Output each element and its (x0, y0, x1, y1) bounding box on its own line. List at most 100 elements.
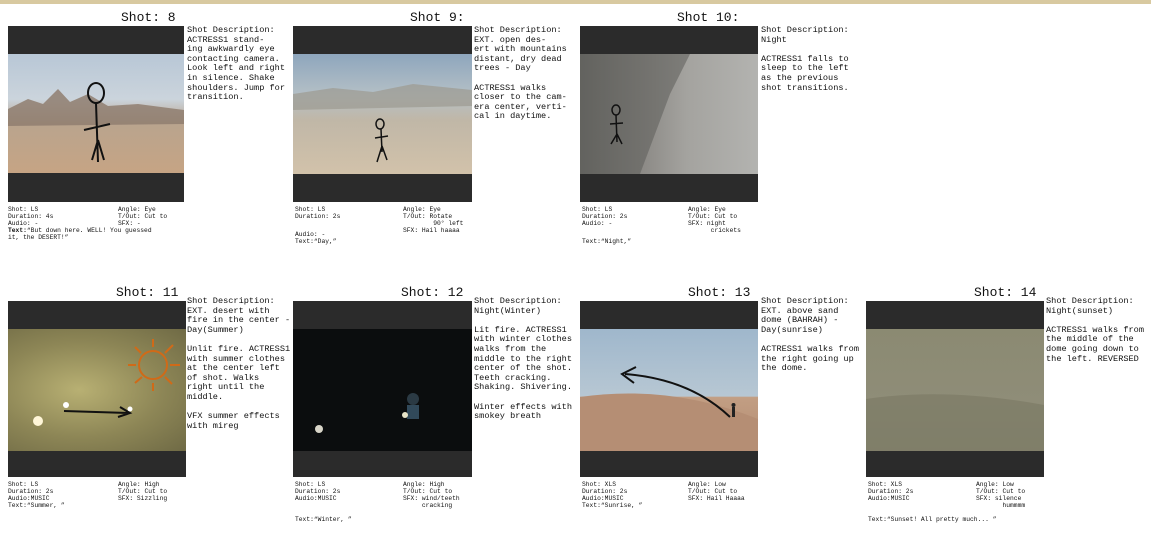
actress-by-fire (315, 393, 419, 433)
shot-frame (8, 26, 184, 202)
shot-text: Text:“Sunset! All pretty much... ” (868, 516, 996, 523)
shot-type: Shot: LS (8, 481, 39, 488)
letterbox-bottom (293, 451, 472, 477)
shot-audio: Audio:MUSIC (295, 495, 337, 502)
shot-sfx: SFX: wind/teeth cracking (403, 495, 460, 509)
shot-transition: T/Out: Cut to (688, 213, 738, 220)
shot-type: Shot: LS (8, 206, 39, 213)
shot-duration: Duration: 2s (295, 213, 341, 220)
shot-frame (293, 26, 472, 202)
shot-sfx: SFX: Hail haaaa (403, 227, 460, 234)
shot-text: Text:“Winter, ” (295, 516, 352, 523)
shot-audio: Audio:MUSIC (868, 495, 910, 502)
shot-duration: Duration: 2s (868, 488, 914, 495)
shot-text-value: Text:“Day,” (295, 238, 337, 245)
shot-transition: T/Out: Cut to (118, 213, 168, 220)
shot-transition: T/Out: Cut to (403, 488, 453, 495)
shot-type: Shot: XLS (868, 481, 903, 488)
top-border (0, 0, 1151, 4)
shot-sfx: SFX: - (118, 220, 141, 227)
shot-duration: Duration: 4s (8, 213, 54, 220)
shot-description: Shot Description: Night(Winter) Lit fire… (474, 296, 572, 422)
shot-sfx: SFX: Sizzling (118, 495, 168, 502)
frame-image-winter-night (293, 329, 472, 451)
shot-frame (8, 301, 186, 477)
letterbox-bottom (293, 174, 472, 202)
shot-title: Shot 9: (410, 10, 465, 25)
shot-audio: Audio: - (8, 220, 39, 227)
shot-duration: Duration: 2s (8, 488, 54, 495)
shot-angle: Angle: Eye (688, 206, 726, 213)
shot-angle: Angle: Eye (118, 206, 156, 213)
letterbox-bottom (8, 451, 186, 477)
shot-meta: Shot: LS Duration: 2s Audio:MUSIC Angle:… (8, 481, 288, 521)
shot-title: Shot: 12 (401, 285, 464, 300)
shot-meta: Shot: LS Duration: 2s Audio: - Angle: Ey… (582, 206, 862, 256)
shot-sfx: SFX: silence hummmm (976, 495, 1026, 509)
shot-text-value: Text:“Winter, ” (295, 516, 352, 523)
frame-image-night-rock (580, 54, 758, 174)
shot-transition: T/Out: Cut to (688, 488, 738, 495)
shot-transition: T/Out: Rotate 90° left (403, 213, 464, 227)
shot-angle: Angle: Eye (403, 206, 441, 213)
shot-description: Shot Description: Night ACTRESS1 falls t… (761, 25, 849, 93)
shot-type: Shot: LS (582, 206, 613, 213)
shot-description: Shot Description: ACTRESS1 stand- ing aw… (187, 25, 285, 103)
letterbox-top (8, 26, 184, 54)
letterbox-top (293, 301, 472, 329)
shot-text-value: “But down here. WELL! You guessed it, th… (8, 227, 152, 241)
shot-audio: Audio:MUSIC (8, 495, 50, 502)
shot-text: Text:“Summer, ” (8, 502, 65, 509)
shot-title: Shot 10: (677, 10, 740, 25)
letterbox-bottom (8, 173, 184, 202)
shot-type: Shot: LS (295, 481, 326, 488)
shot-title: Shot: 13 (688, 285, 751, 300)
shot-meta: Shot: LS Duration: 2s Audio: - Angle: Ey… (295, 206, 575, 256)
shot-text-value: Text:“Summer, ” (8, 502, 65, 509)
shot-duration: Duration: 2s (295, 488, 341, 495)
shot-meta: Shot: XLS Duration: 2s Audio:MUSIC Angle… (582, 481, 862, 521)
dome-arrow-sketch (580, 366, 758, 451)
shot-duration: Duration: 2s (582, 213, 628, 220)
shot-type: Shot: LS (295, 206, 326, 213)
letterbox-top (580, 301, 758, 329)
shot-audio: Audio: - (295, 231, 326, 238)
shot-angle: Angle: Low (688, 481, 726, 488)
shot-description: Shot Description: EXT. desert with fire … (187, 296, 291, 431)
shot-sfx: SFX: Hail Haaaa (688, 495, 745, 502)
shot-text: Text:“But down here. WELL! You guessed i… (8, 227, 158, 241)
stick-figure-sketch (580, 54, 690, 174)
shot-frame (866, 301, 1044, 477)
shot-text-value: Text:“Sunrise, ” (582, 502, 643, 509)
shot-angle: Angle: High (118, 481, 160, 488)
letterbox-bottom (866, 451, 1044, 477)
shot-description: Shot Description: Night(sunset) ACTRESS1… (1046, 296, 1144, 364)
letterbox-bottom (580, 451, 758, 477)
shot-text: Text:“Sunrise, ” (582, 502, 642, 509)
shot-text-value: Text:“Night,” (582, 238, 632, 245)
frame-image-sand-dome (580, 329, 758, 451)
stick-figure-sketch (293, 84, 472, 163)
frame-image-desert-mountains (8, 54, 184, 173)
shot-text: Text:“Day,” (295, 238, 337, 245)
shot-meta: Shot: LS Duration: 2s Audio:MUSIC Angle:… (295, 481, 575, 525)
frame-image-summer-fire (8, 329, 186, 451)
letterbox-bottom (580, 174, 758, 202)
shot-description: Shot Description: EXT. above sand dome (… (761, 296, 859, 374)
shot-frame (580, 26, 758, 202)
shot-meta: Shot: LS Duration: 4s Audio: - Angle: Ey… (8, 206, 288, 256)
shot-title: Shot: 11 (116, 285, 179, 300)
shot-text-value: Text:“Sunset! All pretty much... ” (868, 516, 997, 523)
shot-frame (580, 301, 758, 477)
frame-image-sunset-dome (866, 329, 1044, 451)
sun-and-arrow-sketch (33, 339, 180, 426)
shot-text-label: Text: (8, 227, 27, 234)
shot-title: Shot: 8 (121, 10, 176, 25)
shot-transition: T/Out: Cut to (118, 488, 168, 495)
shot-audio: Audio:MUSIC (582, 495, 624, 502)
shot-transition: T/Out: Cut to (976, 488, 1026, 495)
shot-angle: Angle: Low (976, 481, 1014, 488)
dome-silhouette (866, 394, 1044, 451)
letterbox-top (866, 301, 1044, 329)
letterbox-top (580, 26, 758, 54)
